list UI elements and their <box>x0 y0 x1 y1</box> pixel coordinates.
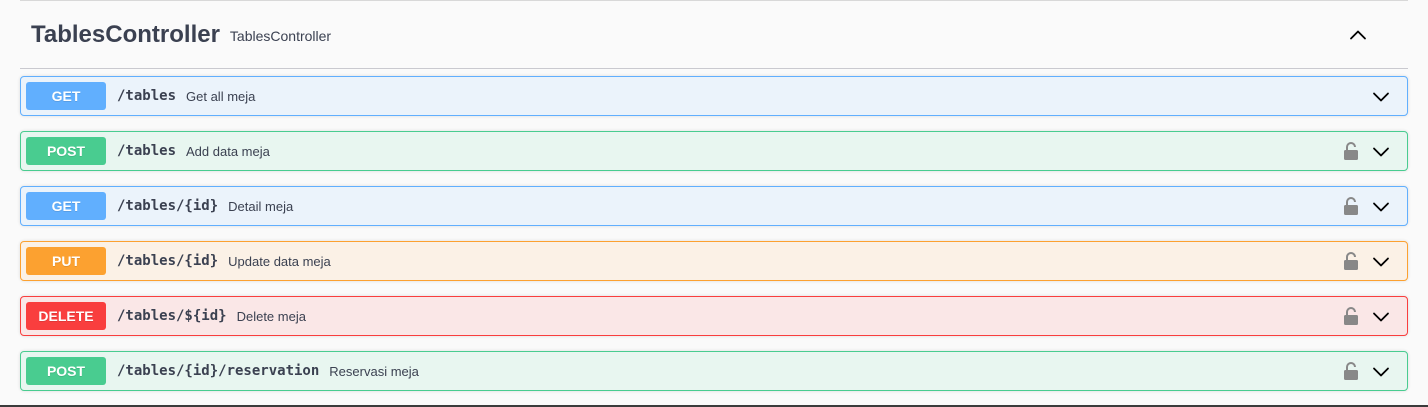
operation-post-tables[interactable]: POST /tables Add data meja <box>20 131 1408 171</box>
lock-icon[interactable] <box>1343 361 1359 381</box>
tag-header[interactable]: TablesController TablesController <box>20 1 1408 69</box>
operation-delete-table[interactable]: DELETE /tables/${id} Delete meja <box>20 296 1408 336</box>
method-badge: GET <box>26 82 106 110</box>
lock-icon[interactable] <box>1343 196 1359 216</box>
chevron-down-icon[interactable] <box>1371 197 1391 217</box>
operation-summary: Add data meja <box>186 143 270 159</box>
operations-list: GET /tables Get all meja POST /tables Ad… <box>20 76 1408 406</box>
lock-icon[interactable] <box>1343 306 1359 326</box>
tag-title: TablesController <box>31 20 220 48</box>
operation-summary: Detail meja <box>228 198 294 214</box>
chevron-down-icon[interactable] <box>1371 252 1391 272</box>
method-badge: POST <box>26 137 106 165</box>
method-badge: PUT <box>26 247 106 275</box>
chevron-down-icon[interactable] <box>1371 87 1391 107</box>
operation-get-table-detail[interactable]: GET /tables/{id} Detail meja <box>20 186 1408 226</box>
method-badge: DELETE <box>26 302 106 330</box>
chevron-down-icon[interactable] <box>1371 307 1391 327</box>
operation-summary: Delete meja <box>236 308 306 324</box>
lock-icon[interactable] <box>1343 141 1359 161</box>
tag-description: TablesController <box>229 27 332 44</box>
operation-path: /tables/{id} <box>117 253 219 269</box>
operation-put-table[interactable]: PUT /tables/{id} Update data meja <box>20 241 1408 281</box>
chevron-down-icon[interactable] <box>1371 142 1391 162</box>
operation-path: /tables/{id} <box>117 198 219 214</box>
operation-post-reservation[interactable]: POST /tables/{id}/reservation Reservasi … <box>20 351 1408 391</box>
chevron-up-icon[interactable] <box>1348 25 1368 45</box>
operation-get-tables[interactable]: GET /tables Get all meja <box>20 76 1408 116</box>
operation-path: /tables <box>117 143 177 159</box>
swagger-tag-section: TablesController TablesController GET /t… <box>0 0 1428 407</box>
operation-path: /tables/{id}/reservation <box>117 363 320 379</box>
method-badge: POST <box>26 357 106 385</box>
operation-summary: Get all meja <box>186 88 256 104</box>
lock-icon[interactable] <box>1343 251 1359 271</box>
chevron-down-icon[interactable] <box>1371 362 1391 382</box>
operation-path: /tables/${id} <box>117 308 227 324</box>
operation-path: /tables <box>117 88 177 104</box>
method-badge: GET <box>26 192 106 220</box>
operation-summary: Update data meja <box>228 253 331 269</box>
operation-summary: Reservasi meja <box>329 363 419 379</box>
